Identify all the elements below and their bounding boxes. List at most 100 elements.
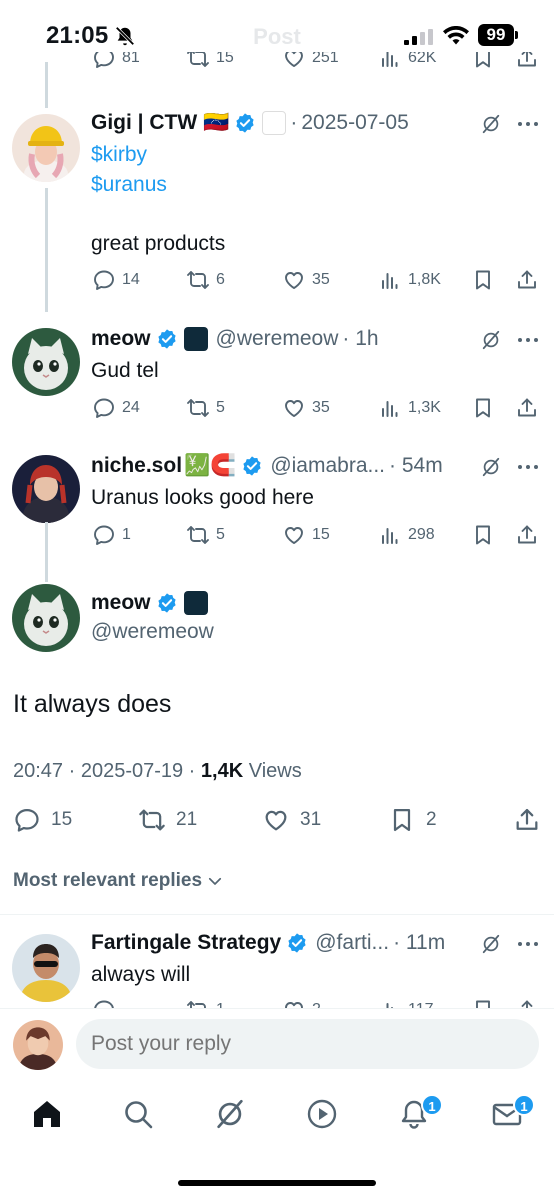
flag-emoji: 🇻🇪 [203,111,230,134]
my-avatar[interactable] [13,1020,63,1070]
author-handle[interactable]: @weremeow [91,620,214,644]
share-icon[interactable] [513,806,541,834]
bookmark-icon[interactable] [471,396,495,420]
like-action[interactable]: 35 [282,268,330,292]
share-icon[interactable] [515,523,539,547]
reply-action[interactable]: 24 [92,396,140,420]
affiliate-badge-icon [262,111,287,135]
more-icon[interactable] [516,463,540,471]
post-text: Gud tel [91,359,159,382]
share-icon[interactable] [515,52,539,70]
repost-action[interactable]: 1 [186,998,225,1008]
repost-action[interactable]: 5 [186,523,225,547]
partial-actions: 1 2 117 [0,998,554,1008]
like-action[interactable]: 31 [262,806,321,834]
repost-action[interactable]: 6 [186,268,225,292]
like-action[interactable]: 35 [282,396,330,420]
grok-icon[interactable] [480,329,502,351]
verified-badge-icon [241,455,263,477]
thread-line [45,522,48,582]
verified-badge-icon [234,112,256,134]
bookmark-action[interactable]: 2 [388,806,437,834]
divider [0,1008,554,1009]
grok-icon[interactable] [480,933,502,955]
author-name[interactable]: niche.sol [91,454,182,478]
divider [0,914,554,915]
reply-input[interactable] [76,1019,539,1069]
reply-action[interactable]: 14 [92,268,140,292]
separator: · [290,111,298,134]
author-handle[interactable]: @farti... [315,931,389,955]
avatar[interactable] [12,934,80,1002]
views-count: 1,4K [200,760,244,782]
share-icon[interactable] [515,268,539,292]
like-action[interactable]: 2 [282,998,321,1008]
avatar[interactable] [12,455,80,523]
bookmark-icon[interactable] [471,998,495,1008]
more-icon[interactable] [516,120,540,128]
author-name[interactable]: Fartingale Strategy [91,931,281,955]
share-icon[interactable] [515,396,539,420]
post-timestamp: 20:47 · 2025-07-19 · 1,4K Views [13,760,302,782]
main-author-row: meow [91,591,208,615]
bookmark-icon[interactable] [471,268,495,292]
video-play-icon[interactable] [305,1097,339,1131]
avatar[interactable] [12,584,80,652]
verified-badge-icon [156,328,178,350]
views-action[interactable]: 1,8K [378,268,441,292]
affiliate-badge-icon [183,327,208,351]
views-action[interactable]: 1,3K [378,396,441,420]
like-action[interactable]: 251 [282,52,339,70]
bookmark-icon[interactable] [471,523,495,547]
author-handle[interactable]: @weremeow [216,327,339,351]
grok-icon[interactable] [480,456,502,478]
more-icon[interactable] [516,336,540,344]
views-action[interactable]: 62K [378,52,436,70]
more-icon[interactable] [516,940,540,948]
post-time[interactable]: · 11m [393,931,445,955]
author-name[interactable]: Gigi | CTW [91,111,197,135]
reply-action[interactable]: 1 [92,523,131,547]
author-name[interactable]: meow [91,327,151,351]
grok-icon[interactable] [480,113,502,135]
like-action[interactable]: 15 [282,523,330,547]
grok-icon[interactable] [213,1097,247,1131]
bell-off-icon [115,26,135,46]
repost-action[interactable]: 5 [186,396,225,420]
home-icon[interactable] [30,1097,64,1131]
replies-sort-dropdown[interactable]: Most relevant replies [13,870,224,892]
reply-action[interactable]: 81 [92,52,140,70]
post-text: Uranus looks good here [91,486,314,509]
reply-action[interactable]: 15 [13,806,72,834]
battery-indicator: 99 [478,24,518,46]
verified-badge-icon [156,592,178,614]
search-icon[interactable] [121,1097,155,1131]
top-partial-actions: 81 15 251 62K [0,52,554,82]
affiliate-badge-icon [183,591,208,615]
post-author-row: meow @weremeow · 1h [91,327,379,351]
author-name[interactable]: meow [91,591,151,615]
status-time: 21:05 [46,22,109,49]
repost-action[interactable]: 21 [138,806,197,834]
post-author-row: Gigi | CTW 🇻🇪 · 2025-07-05 [91,111,409,135]
thread-line [45,62,48,108]
author-handle[interactable]: @iamabra... [270,454,385,478]
post-date[interactable]: 2025-07-05 [301,111,408,135]
avatar[interactable] [12,328,80,396]
cashtag-link[interactable]: $uranus [91,170,167,200]
post-text: great products [91,232,226,255]
post-time[interactable]: · 54m [389,454,443,478]
cashtag-link[interactable]: $kirby [91,140,147,170]
repost-action[interactable]: 15 [186,52,234,70]
views-action[interactable]: 117 [378,998,434,1008]
avatar[interactable] [12,114,80,182]
bookmark-icon[interactable] [471,52,495,70]
post-time[interactable]: · 1h [342,327,378,351]
share-icon[interactable] [515,998,539,1008]
notifications-badge: 1 [421,1094,443,1116]
home-indicator [178,1180,376,1186]
reply-action[interactable] [92,998,122,1008]
views-action[interactable]: 298 [378,523,435,547]
messages-badge: 1 [513,1094,535,1116]
post-author-row: niche.sol 💹🧲 @iamabra... · 54m [91,454,443,478]
